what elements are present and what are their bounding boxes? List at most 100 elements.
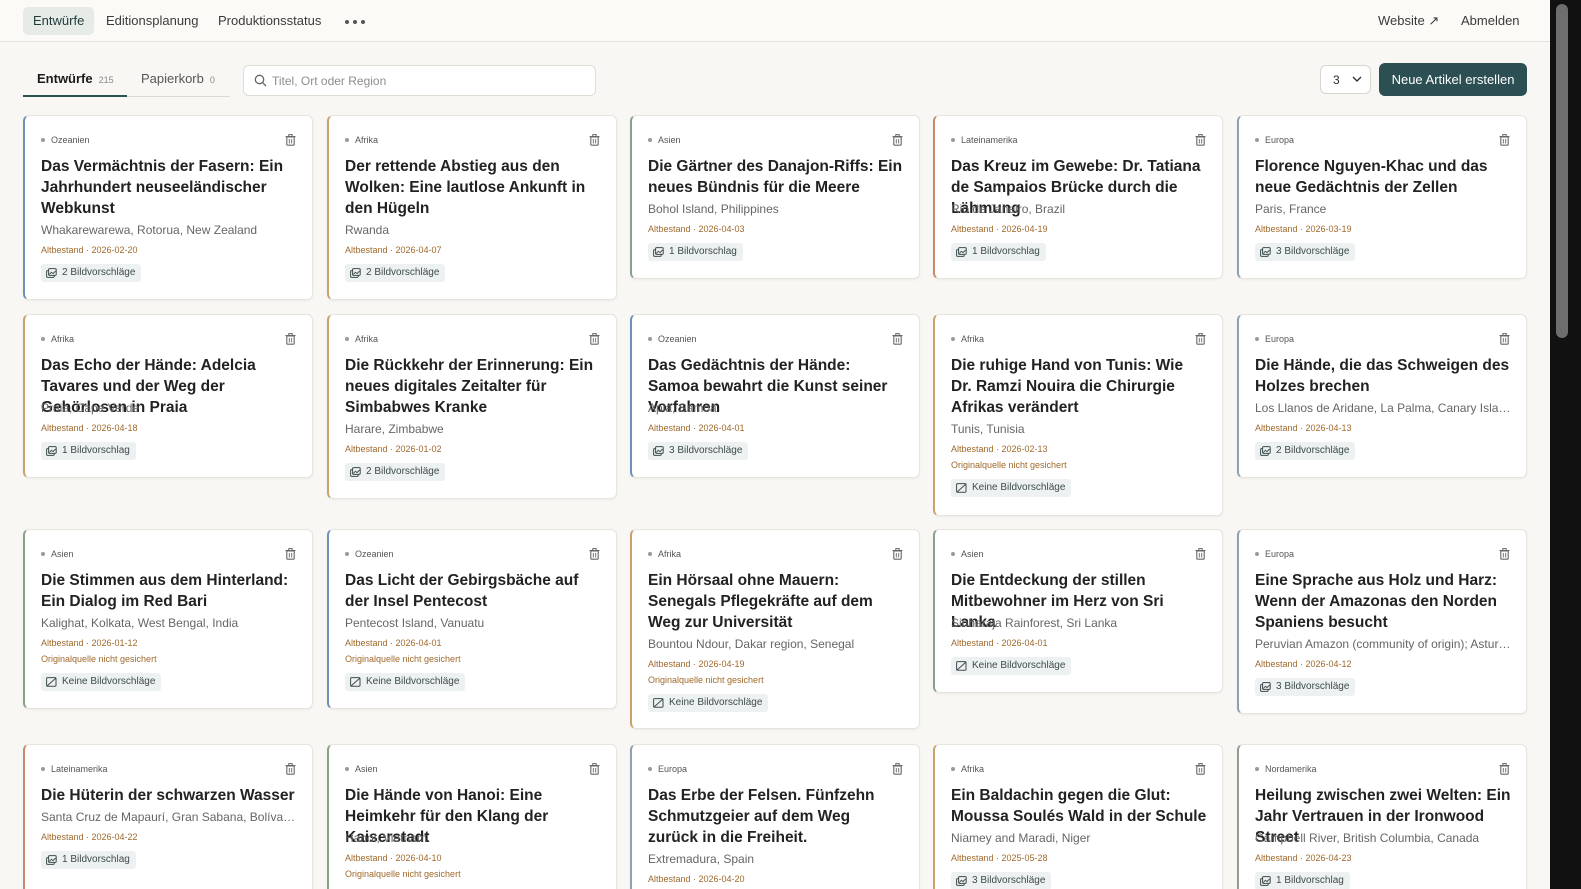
article-card[interactable]: Europa Florence Nguyen-Khac und das neue …	[1237, 115, 1527, 279]
trash-icon[interactable]	[285, 762, 296, 780]
image-suggestions-label: 3 Bildvorschläge	[1276, 681, 1350, 692]
trash-icon[interactable]	[1195, 332, 1206, 350]
article-card[interactable]: Lateinamerika Die Hüterin der schwarzen W…	[23, 744, 313, 889]
trash-icon[interactable]	[285, 133, 296, 151]
article-card[interactable]: Asien Die Hände von Hanoi: Eine Heimkehr …	[327, 744, 617, 889]
image-suggestions-badge[interactable]: Keine Bildvorschläge	[951, 657, 1072, 675]
article-card[interactable]: Ozeanien Das Licht der Gebirgsbäche auf d…	[327, 529, 617, 709]
image-suggestions-badge[interactable]: 1 Bildvorschlag	[41, 442, 136, 460]
image-suggestions-badge[interactable]: 2 Bildvorschläge	[41, 264, 142, 282]
image-suggestions-badge[interactable]: 3 Bildvorschläge	[951, 872, 1052, 889]
image-suggestions-badge[interactable]: Keine Bildvorschläge	[41, 673, 162, 691]
more-menu-icon[interactable]	[342, 11, 368, 31]
trash-icon[interactable]	[1499, 762, 1510, 780]
columns-select[interactable]: 3	[1320, 65, 1371, 94]
trash-icon[interactable]	[892, 547, 903, 565]
image-suggestions-label: Keine Bildvorschläge	[972, 660, 1066, 671]
source-warning: Originalquelle nicht gesichert	[41, 654, 157, 664]
region-label: Afrika	[648, 549, 681, 559]
trash-icon[interactable]	[589, 332, 600, 350]
trash-icon[interactable]	[1195, 762, 1206, 780]
article-title[interactable]: Die Stimmen aus dem Hinterland: Ein Dial…	[41, 570, 297, 612]
article-title[interactable]: Die ruhige Hand von Tunis: Wie Dr. Ramzi…	[951, 355, 1207, 418]
article-card[interactable]: Afrika Das Echo der Hände: Adelcia Tavare…	[23, 314, 313, 478]
scrollbar[interactable]	[1550, 0, 1581, 889]
article-title[interactable]: Die Rückkehr der Erinnerung: Ein neues d…	[345, 355, 601, 418]
image-suggestions-badge[interactable]: 3 Bildvorschläge	[1255, 678, 1356, 696]
image-suggestions-badge[interactable]: Keine Bildvorschläge	[345, 673, 466, 691]
trash-icon[interactable]	[1499, 133, 1510, 151]
article-card[interactable]: Ozeanien Das Gedächtnis der Hände: Samoa …	[630, 314, 920, 478]
source-warning: Originalquelle nicht gesichert	[345, 654, 461, 664]
article-title[interactable]: Das Licht der Gebirgsbäche auf der Insel…	[345, 570, 601, 612]
nav-editionsplanung[interactable]: Editionsplanung	[96, 7, 209, 35]
search-input[interactable]	[272, 66, 590, 95]
article-card[interactable]: Asien Die Stimmen aus dem Hinterland: Ein…	[23, 529, 313, 709]
article-card[interactable]: Afrika Ein Baldachin gegen die Glut: Mous…	[933, 744, 1223, 889]
article-card[interactable]: Afrika Ein Hörsaal ohne Mauern: Senegals …	[630, 529, 920, 729]
article-card[interactable]: Europa Eine Sprache aus Holz und Harz: We…	[1237, 529, 1527, 714]
trash-icon[interactable]	[285, 547, 296, 565]
trash-icon[interactable]	[589, 762, 600, 780]
nav-produktionsstatus[interactable]: Produktionsstatus	[208, 7, 331, 35]
trash-icon[interactable]	[1195, 547, 1206, 565]
tab-papierkorb[interactable]: Papierkorb 0	[127, 64, 229, 96]
article-title[interactable]: Das Vermächtnis der Fasern: Ein Jahrhund…	[41, 156, 297, 219]
article-card[interactable]: Ozeanien Das Vermächtnis der Fasern: Ein …	[23, 115, 313, 300]
trash-icon[interactable]	[589, 547, 600, 565]
article-meta: Altbestand · 2026-04-12	[1255, 659, 1352, 669]
image-suggestions-badge[interactable]: 1 Bildvorschlag	[951, 243, 1046, 261]
image-suggestions-badge[interactable]: 1 Bildvorschlag	[648, 243, 743, 261]
article-meta: Altbestand · 2026-04-20	[648, 874, 745, 884]
trash-icon[interactable]	[589, 133, 600, 151]
article-meta: Altbestand · 2026-04-01	[345, 638, 442, 648]
trash-icon[interactable]	[1499, 547, 1510, 565]
article-card[interactable]: Nordamerika Heilung zwischen zwei Welten:…	[1237, 744, 1527, 889]
image-suggestions-badge[interactable]: 2 Bildvorschläge	[1255, 442, 1356, 460]
trash-icon[interactable]	[892, 332, 903, 350]
article-title[interactable]: Ein Hörsaal ohne Mauern: Senegals Pflege…	[648, 570, 904, 633]
image-suggestions-badge[interactable]: 2 Bildvorschläge	[345, 463, 446, 481]
scrollbar-thumb[interactable]	[1556, 4, 1568, 338]
tab-entwuerfe[interactable]: Entwürfe 215	[23, 64, 127, 97]
trash-icon[interactable]	[1195, 133, 1206, 151]
tab-label: Papierkorb	[141, 71, 204, 86]
trash-icon[interactable]	[892, 762, 903, 780]
image-suggestions-badge[interactable]: 2 Bildvorschläge	[345, 264, 446, 282]
article-card[interactable]: Europa Das Erbe der Felsen. Fünfzehn Schm…	[630, 744, 920, 889]
article-card[interactable]: Asien Die Entdeckung der stillen Mitbewoh…	[933, 529, 1223, 693]
image-suggestions-badge[interactable]: Keine Bildvorschläge	[648, 694, 769, 712]
website-link[interactable]: Website ↗	[1368, 7, 1449, 35]
new-article-button[interactable]: Neue Artikel erstellen	[1379, 63, 1527, 96]
article-card[interactable]: Afrika Der rettende Abstieg aus den Wolke…	[327, 115, 617, 300]
trash-icon[interactable]	[892, 133, 903, 151]
article-title[interactable]: Die Hüterin der schwarzen Wasser	[41, 785, 297, 806]
article-title[interactable]: Das Erbe der Felsen. Fünfzehn Schmutzgei…	[648, 785, 904, 848]
article-card[interactable]: Afrika Die ruhige Hand von Tunis: Wie Dr.…	[933, 314, 1223, 516]
image-suggestions-label: 1 Bildvorschlag	[62, 445, 130, 456]
image-suggestions-label: 1 Bildvorschlag	[669, 246, 737, 257]
source-warning: Originalquelle nicht gesichert	[648, 675, 764, 685]
nav-entwuerfe[interactable]: Entwürfe	[23, 7, 95, 35]
region-label: Afrika	[345, 334, 378, 344]
region-label: Ozeanien	[345, 549, 394, 559]
image-suggestions-badge[interactable]: 3 Bildvorschläge	[648, 442, 749, 460]
article-card[interactable]: Lateinamerika Das Kreuz im Gewebe: Dr. Ta…	[933, 115, 1223, 279]
image-suggestions-badge[interactable]: 1 Bildvorschlag	[41, 851, 136, 869]
article-card[interactable]: Europa Die Hände, die das Schweigen des H…	[1237, 314, 1527, 478]
article-title[interactable]: Eine Sprache aus Holz und Harz: Wenn der…	[1255, 570, 1511, 633]
logout-button[interactable]: Abmelden	[1451, 7, 1530, 35]
article-title[interactable]: Die Gärtner des Danajon-Riffs: Ein neues…	[648, 156, 904, 198]
article-card[interactable]: Asien Die Gärtner des Danajon-Riffs: Ein …	[630, 115, 920, 279]
article-title[interactable]: Die Hände, die das Schweigen des Holzes …	[1255, 355, 1511, 397]
article-card[interactable]: Afrika Die Rückkehr der Erinnerung: Ein n…	[327, 314, 617, 499]
article-location: Whakarewarewa, Rotorua, New Zealand	[41, 223, 258, 237]
image-suggestions-badge[interactable]: 1 Bildvorschlag	[1255, 872, 1350, 889]
article-title[interactable]: Florence Nguyen-Khac und das neue Gedäch…	[1255, 156, 1511, 198]
trash-icon[interactable]	[285, 332, 296, 350]
image-suggestions-badge[interactable]: 3 Bildvorschläge	[1255, 243, 1356, 261]
image-suggestions-badge[interactable]: Keine Bildvorschläge	[951, 479, 1072, 497]
article-title[interactable]: Ein Baldachin gegen die Glut: Moussa Sou…	[951, 785, 1207, 827]
article-title[interactable]: Der rettende Abstieg aus den Wolken: Ein…	[345, 156, 601, 219]
trash-icon[interactable]	[1499, 332, 1510, 350]
